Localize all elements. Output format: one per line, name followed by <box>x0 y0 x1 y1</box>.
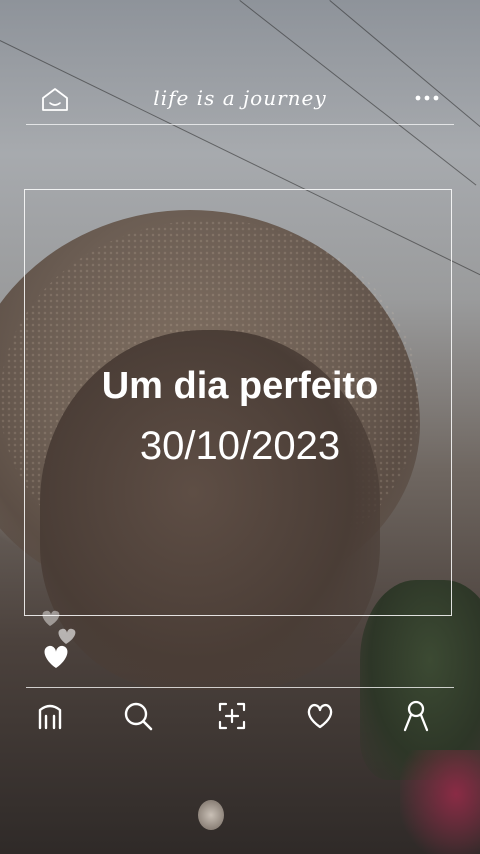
more-icon[interactable] <box>414 88 440 108</box>
tagline: life is a journey <box>153 86 327 110</box>
add-post-icon[interactable] <box>212 698 252 734</box>
nav-divider <box>26 687 454 688</box>
heart-icon[interactable] <box>300 698 340 734</box>
story-screen: life is a journey Um dia perfeito 30/10/… <box>0 0 480 854</box>
top-bar: life is a journey <box>26 80 454 125</box>
clothing-accent <box>400 750 480 854</box>
hearts-icon[interactable] <box>36 608 82 670</box>
bottom-nav <box>0 698 480 738</box>
post-title: Um dia perfeito <box>101 365 379 407</box>
profile-icon[interactable] <box>396 698 436 734</box>
search-icon[interactable] <box>118 698 158 734</box>
post-date: 30/10/2023 <box>139 424 341 468</box>
nav-home-icon[interactable] <box>30 698 70 734</box>
necklace-pendant <box>198 800 224 830</box>
